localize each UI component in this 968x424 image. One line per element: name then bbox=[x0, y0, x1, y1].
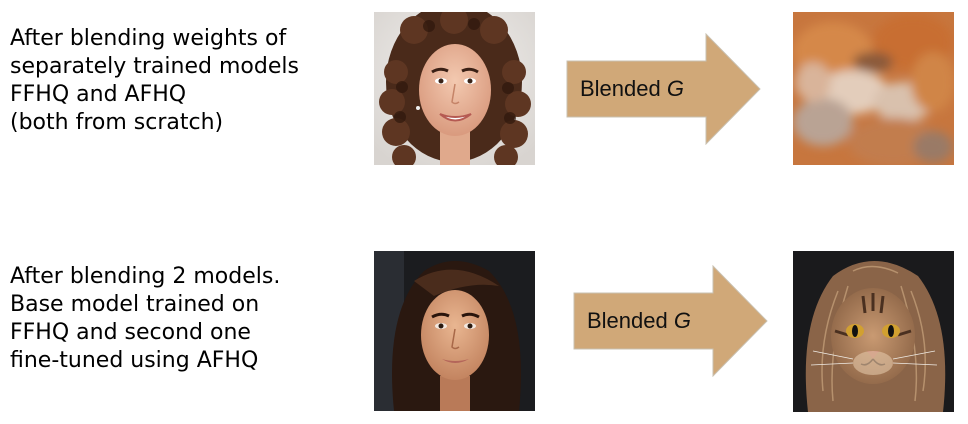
arrow-label-text: Blended bbox=[580, 76, 661, 101]
row-1-caption: After blending weights of separately tra… bbox=[10, 25, 299, 137]
caption-line: After blending weights of bbox=[10, 26, 287, 51]
caption-line: Base model trained on bbox=[10, 292, 260, 317]
generator-symbol: G bbox=[666, 76, 684, 101]
caption-line: FFHQ and second one bbox=[10, 320, 251, 345]
arrow-label-text: Blended bbox=[587, 308, 668, 333]
row-2-input-face-image bbox=[374, 251, 535, 411]
row-2-arrow-label: Blended G bbox=[587, 308, 691, 334]
generator-symbol: G bbox=[673, 308, 691, 333]
row-1-output-blended-image bbox=[793, 12, 954, 165]
row-1-arrow-label: Blended G bbox=[580, 76, 684, 102]
caption-line: (both from scratch) bbox=[10, 110, 224, 135]
row-2-output-blended-image bbox=[793, 251, 954, 412]
caption-line: After blending 2 models. bbox=[10, 264, 281, 289]
caption-line: FFHQ and AFHQ bbox=[10, 82, 187, 107]
row-1-input-face-image bbox=[374, 12, 535, 165]
row-2-caption: After blending 2 models. Base model trai… bbox=[10, 263, 280, 375]
caption-line: fine-tuned using AFHQ bbox=[10, 348, 259, 373]
caption-line: separately trained models bbox=[10, 54, 299, 79]
